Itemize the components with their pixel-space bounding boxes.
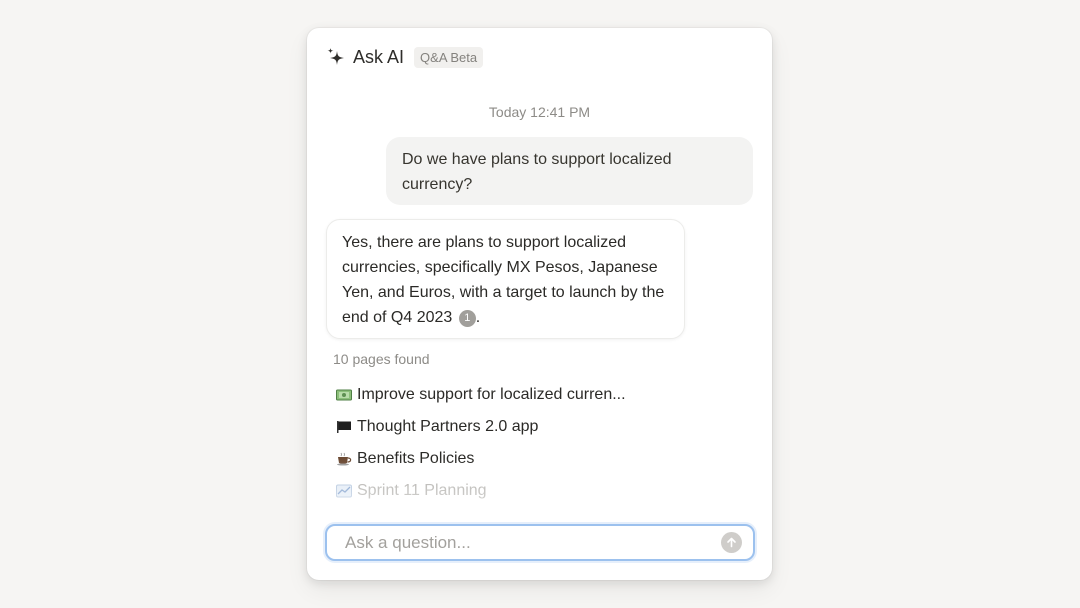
- source-page-item[interactable]: Benefits Policies: [335, 443, 755, 475]
- sparkle-icon: [327, 48, 344, 65]
- ai-answer-text: Yes, there are plans to support localize…: [342, 234, 665, 326]
- source-page-title: Benefits Policies: [357, 450, 475, 467]
- sprint-icon: [335, 483, 353, 499]
- flag-icon: [335, 419, 353, 435]
- question-input[interactable]: [343, 531, 707, 554]
- banknote-icon: [335, 387, 353, 403]
- source-page-title: Improve support for localized curren...: [357, 386, 626, 403]
- ask-ai-panel: Ask AI Q&A Beta Today 12:41 PM Do we hav…: [307, 28, 772, 580]
- send-button[interactable]: [721, 532, 742, 553]
- source-page-list: Improve support for localized curren... …: [335, 379, 755, 501]
- panel-header: Ask AI Q&A Beta: [325, 45, 484, 69]
- ai-answer-period: .: [475, 309, 481, 326]
- panel-title: Ask AI: [353, 46, 405, 67]
- source-page-title: Thought Partners 2.0 app: [357, 418, 539, 435]
- source-page-title: Sprint 11 Planning: [357, 482, 487, 499]
- beta-badge: Q&A Beta: [414, 46, 484, 68]
- user-message-bubble: Do we have plans to support localized cu…: [386, 137, 753, 205]
- pages-found-label: 10 pages found: [333, 351, 430, 367]
- source-page-item[interactable]: Thought Partners 2.0 app: [335, 411, 755, 443]
- source-page-item[interactable]: Sprint 11 Planning: [335, 475, 755, 501]
- coffee-icon: [335, 451, 353, 467]
- question-input-container: [325, 524, 755, 561]
- ai-answer-bubble: Yes, there are plans to support localize…: [326, 219, 685, 339]
- arrow-up-icon: [727, 537, 736, 548]
- source-page-item[interactable]: Improve support for localized curren...: [335, 379, 755, 411]
- citation-badge[interactable]: 1: [458, 310, 476, 327]
- user-message-text: Do we have plans to support localized cu…: [402, 151, 672, 193]
- chat-timestamp: Today 12:41 PM: [488, 104, 591, 120]
